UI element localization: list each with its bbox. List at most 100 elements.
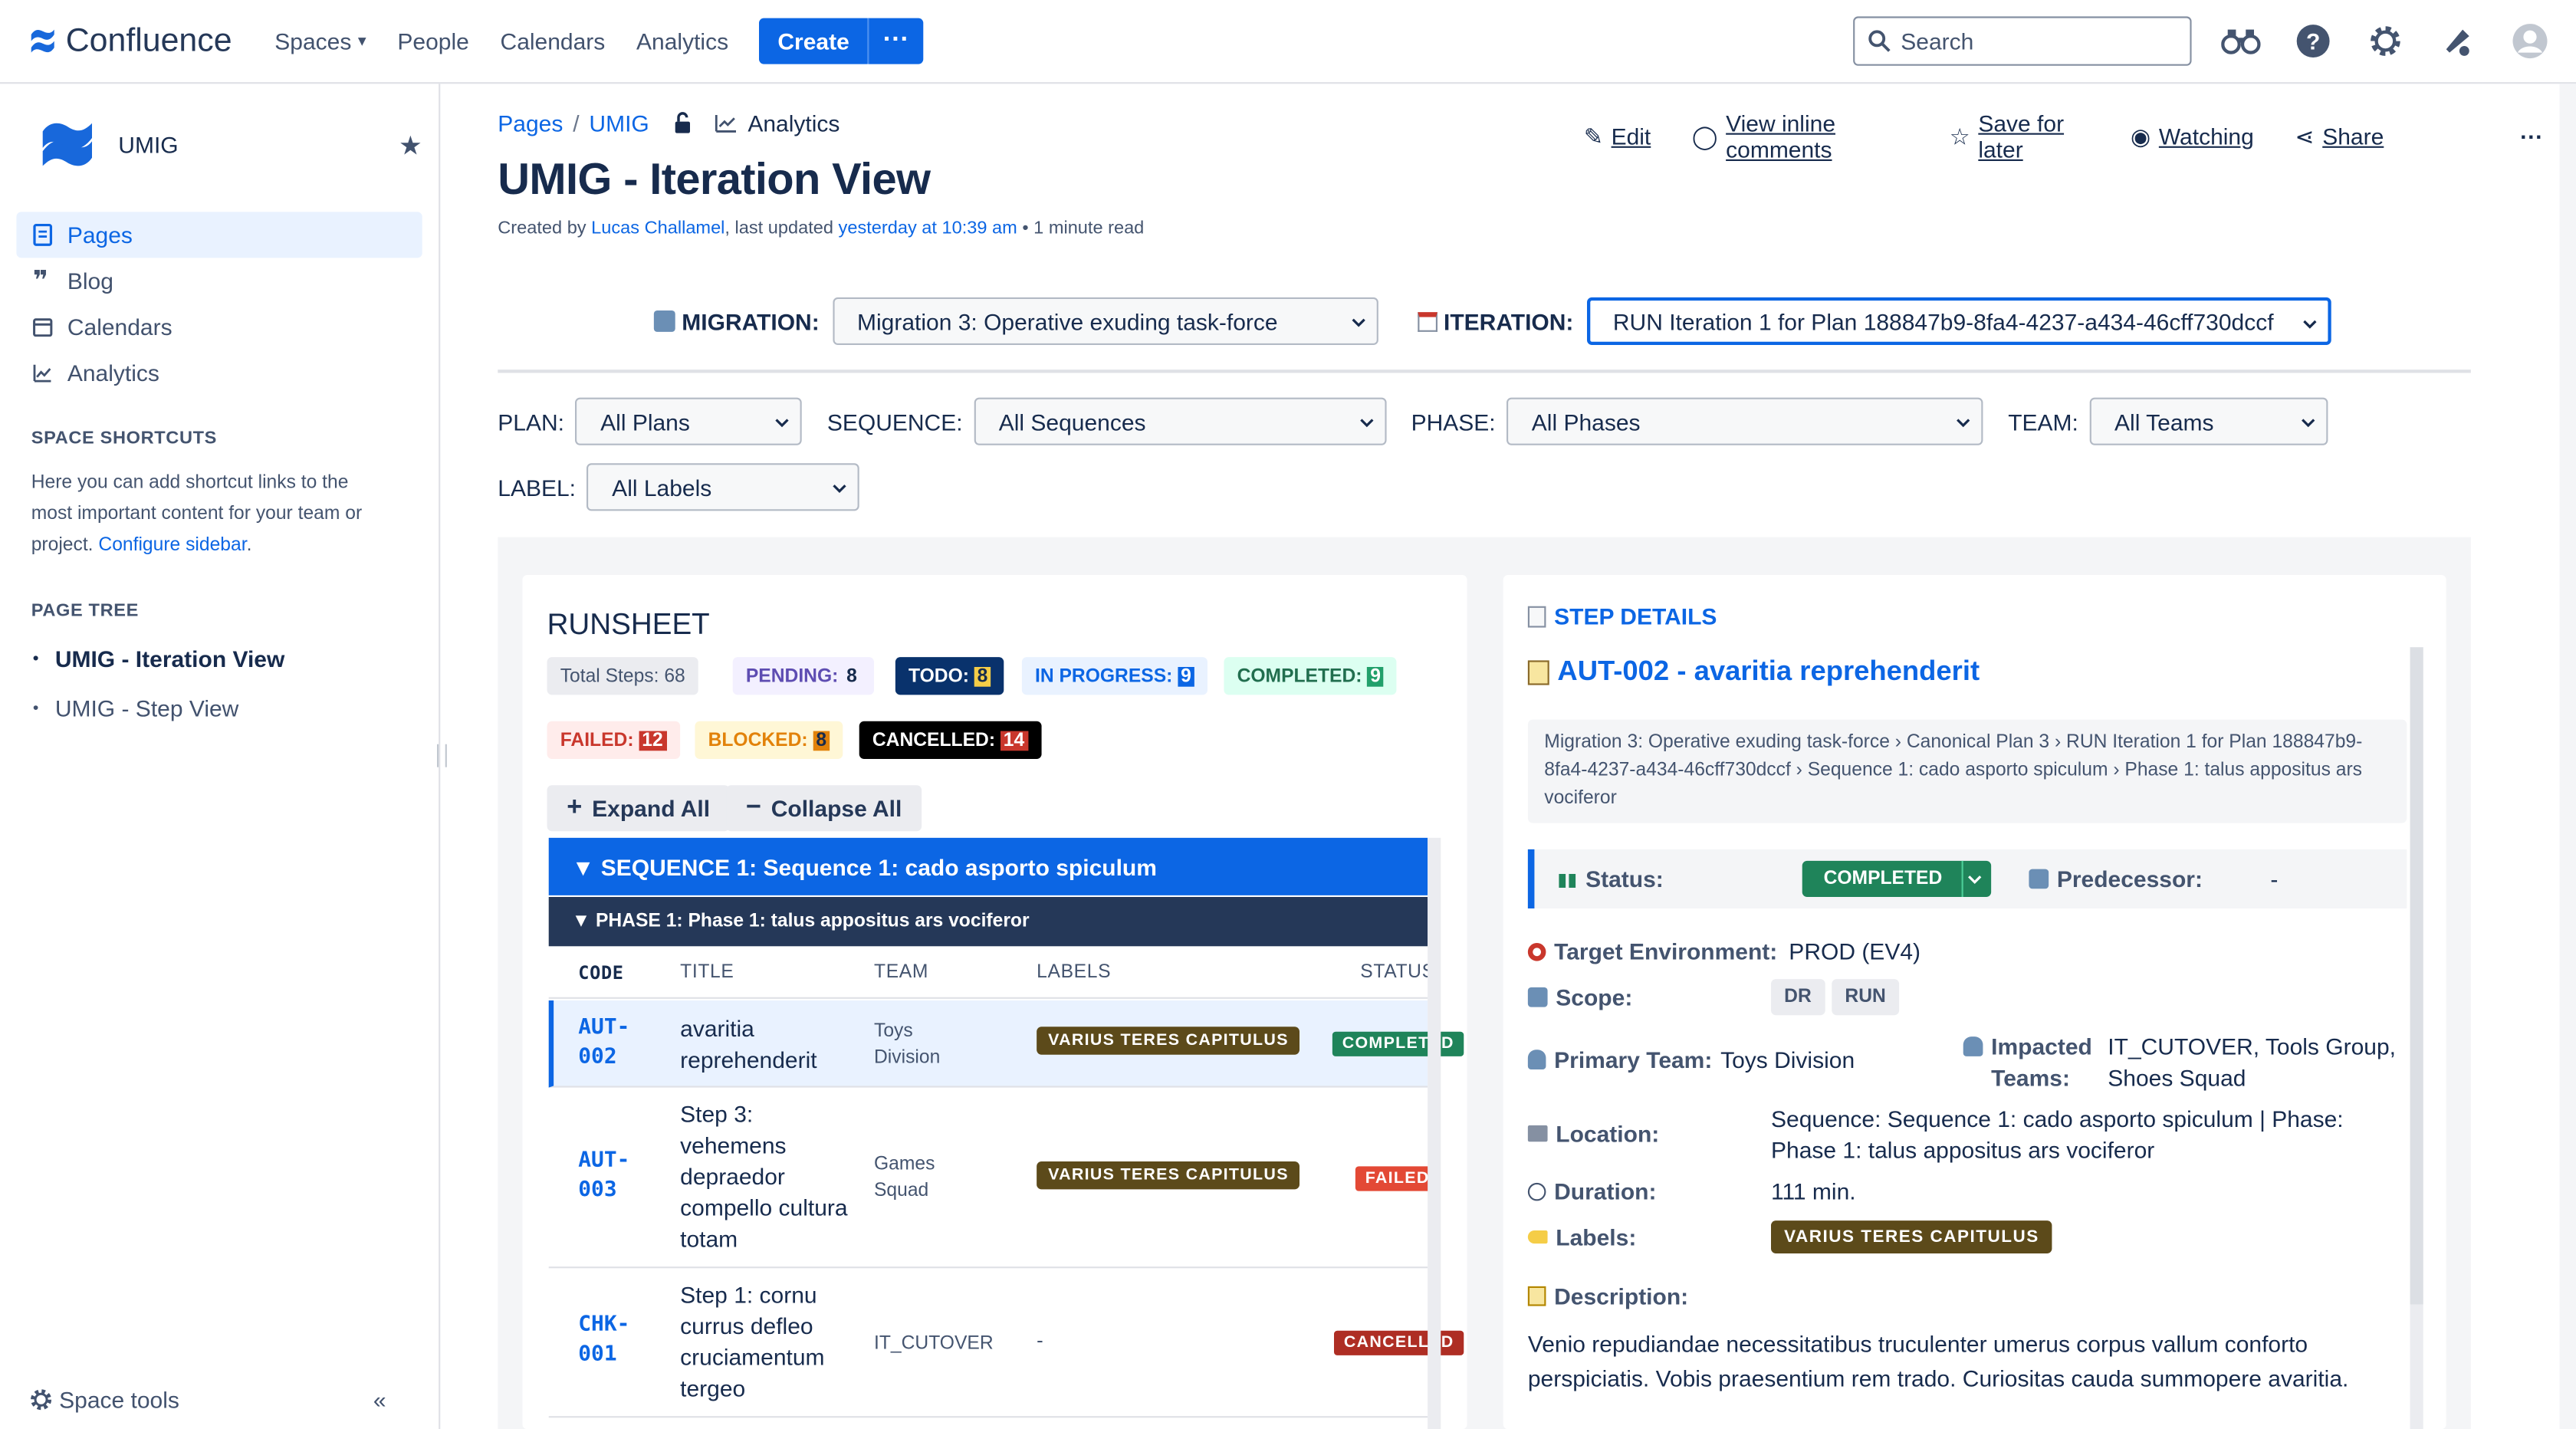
watching-button[interactable]: ◉ Watching	[2131, 110, 2254, 163]
settings-gear-icon[interactable]	[2366, 21, 2405, 61]
nav-people[interactable]: People	[397, 28, 468, 54]
completed-badge[interactable]: COMPLETED: 9	[1224, 657, 1398, 695]
breadcrumb-space[interactable]: UMIG	[589, 110, 649, 136]
tree-item-step-view[interactable]: • UMIG - Step View	[0, 693, 439, 723]
breadcrumb-analytics[interactable]: Analytics	[748, 110, 840, 136]
column-code[interactable]: CODE	[578, 963, 623, 984]
pending-badge[interactable]: PENDING: 8	[732, 657, 874, 695]
tree-item-iteration-view[interactable]: • UMIG - Iteration View	[0, 644, 439, 674]
breadcrumb-pages[interactable]: Pages	[498, 110, 563, 136]
view-inline-comments-button[interactable]: ◯ View inline comments	[1692, 110, 1908, 163]
space-header[interactable]: UMIG ★	[0, 84, 439, 205]
primary-team-row: Primary Team: Toys Division	[1527, 1046, 1855, 1073]
description-label: Description:	[1554, 1283, 1689, 1309]
configure-sidebar-link[interactable]: Configure sidebar	[98, 536, 246, 556]
team-select[interactable]: All Teams	[2089, 397, 2328, 445]
byline-mid: , last updated	[724, 218, 833, 238]
step-label-empty: -	[1037, 1329, 1043, 1352]
column-status[interactable]: STATUS	[1360, 963, 1434, 983]
step-code[interactable]: CHK- 001	[578, 1311, 629, 1370]
space-logo-icon	[42, 123, 93, 166]
byline-prefix: Created by	[498, 218, 586, 238]
migration-select[interactable]: Migration 3: Operative exuding task-forc…	[832, 297, 1378, 345]
description-row: Description:	[1527, 1283, 1689, 1309]
table-row[interactable]: CHK- 001 Step 1: cornu currus defleo cru…	[548, 1270, 1464, 1418]
binoculars-icon[interactable]	[2221, 21, 2261, 61]
predecessor-label-text: Predecessor:	[2056, 866, 2203, 892]
edit-button[interactable]: ✎ Edit	[1584, 110, 1651, 163]
failed-badge[interactable]: FAILED: 12	[547, 721, 680, 759]
confluence-logo[interactable]: Confluence	[30, 22, 232, 60]
share-button[interactable]: ⋖ Share	[2295, 110, 2384, 163]
details-scrollbar[interactable]	[2410, 647, 2423, 1429]
space-tools-button[interactable]: Space tools	[30, 1387, 179, 1413]
column-title[interactable]: TITLE	[680, 963, 734, 983]
top-navigation: Confluence Spaces ▾ People Calendars Anal…	[0, 0, 2576, 84]
iteration-select[interactable]: RUN Iteration 1 for Plan 188847b9-8fa4-4…	[1586, 297, 2331, 345]
search-input[interactable]: Search	[1853, 16, 2192, 66]
blocked-badge[interactable]: BLOCKED: 8	[695, 721, 843, 759]
scrollbar-thumb[interactable]	[2410, 647, 2423, 1305]
create-button[interactable]: Create	[759, 18, 868, 64]
unlock-icon[interactable]	[672, 112, 695, 135]
phase-header[interactable]: ▼ PHASE 1: Phase 1: talus appositus ars …	[548, 897, 1428, 947]
divider	[498, 370, 2471, 373]
failed-label: FAILED:	[560, 730, 634, 751]
sequence-select[interactable]: All Sequences	[974, 397, 1387, 445]
column-team[interactable]: TEAM	[874, 963, 928, 983]
last-updated-link[interactable]: yesterday at 10:39 am	[839, 218, 1017, 238]
collapse-sidebar-icon[interactable]: «	[373, 1387, 386, 1413]
avatar[interactable]	[2510, 21, 2549, 61]
table-row[interactable]: AUT- 003 Step 3: vehemens depraedor comp…	[548, 1089, 1440, 1269]
label-select[interactable]: All Labels	[587, 463, 860, 511]
status-dropdown[interactable]: COMPLETED	[1802, 860, 1992, 897]
nav-analytics[interactable]: Analytics	[636, 28, 728, 54]
breadcrumb: Pages / UMIG Analytics	[498, 110, 840, 136]
chevron-down-icon	[1968, 875, 1982, 884]
sidebar-item-pages[interactable]: Pages	[16, 212, 422, 258]
in-progress-badge[interactable]: IN PROGRESS: 9	[1021, 657, 1208, 695]
expand-all-label: Expand All	[592, 795, 711, 822]
sidebar-item-blog[interactable]: ❞ Blog	[16, 258, 422, 304]
runsheet-scrollbar[interactable]	[1428, 837, 1441, 1429]
sidebar-item-calendars[interactable]: Calendars	[16, 304, 422, 350]
column-labels[interactable]: LABELS	[1037, 963, 1111, 983]
description-value: Venio repudiandae necessitatibus trucule…	[1527, 1330, 2349, 1391]
todo-badge[interactable]: TODO: 8	[895, 657, 1004, 695]
author-link[interactable]: Lucas Challamel	[591, 218, 724, 238]
save-for-later-button[interactable]: ☆ Save for later	[1950, 110, 2090, 163]
plan-value: All Plans	[600, 408, 690, 435]
expand-all-button[interactable]: + Expand All	[547, 785, 730, 832]
step-code[interactable]: AUT- 003	[578, 1147, 629, 1206]
cancelled-label: CANCELLED:	[872, 730, 996, 751]
sidebar-item-analytics[interactable]: Analytics	[16, 350, 422, 396]
page-actions: ✎ Edit ◯ View inline comments ☆ Save for la…	[1584, 110, 2543, 163]
notifications-icon[interactable]	[2438, 21, 2477, 61]
step-code[interactable]: AUT- 002	[578, 1013, 629, 1073]
search-icon	[1868, 30, 1891, 52]
more-actions-button[interactable]: ···	[2520, 110, 2543, 163]
plan-select[interactable]: All Plans	[576, 397, 803, 445]
comment-icon: ◯	[1691, 122, 1718, 149]
stopwatch-icon	[1527, 1181, 1546, 1201]
create-more-button[interactable]: ···	[867, 18, 924, 64]
folder-icon	[1527, 1125, 1548, 1142]
nav-calendars[interactable]: Calendars	[501, 28, 606, 54]
page-icon	[33, 223, 53, 246]
pending-label: PENDING:	[745, 665, 839, 686]
save-label: Save for later	[1978, 110, 2065, 163]
blocked-count: 8	[813, 730, 830, 751]
eye-icon: ◉	[2130, 122, 2151, 149]
nav-spaces[interactable]: Spaces ▾	[274, 28, 366, 54]
bullet-icon: •	[32, 698, 39, 718]
phase-select[interactable]: All Phases	[1506, 397, 1984, 445]
table-row[interactable]: AUT- 002 avaritia reprehenderit Toys Div…	[548, 1000, 1464, 1088]
cancelled-badge[interactable]: CANCELLED: 14	[859, 721, 1041, 759]
analytics-icon	[33, 364, 51, 383]
sequence-header[interactable]: ▼ SEQUENCE 1: Sequence 1: cado asporto s…	[548, 837, 1428, 895]
star-icon[interactable]: ★	[399, 130, 422, 163]
step-breadcrumb: Migration 3: Operative exuding task-forc…	[1527, 719, 2407, 823]
page-scrollbar[interactable]	[2559, 84, 2576, 1429]
collapse-all-button[interactable]: − Collapse All	[726, 785, 922, 832]
help-icon[interactable]: ?	[2293, 21, 2332, 61]
